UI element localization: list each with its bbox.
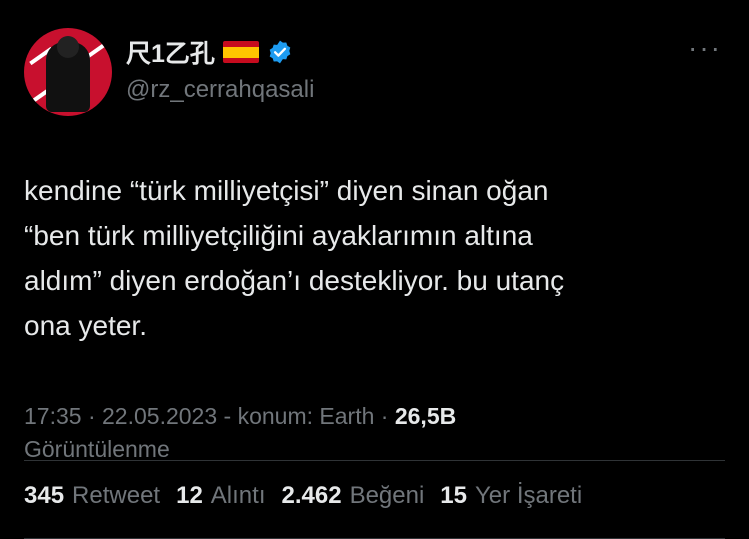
- tweet-date[interactable]: 22.05.2023: [102, 403, 217, 429]
- stat-label: Yer İşareti: [475, 482, 583, 509]
- avatar-figure: [46, 36, 90, 112]
- stat-number: 15: [440, 482, 467, 509]
- divider: [24, 460, 725, 461]
- views-count[interactable]: 26,5B: [395, 403, 456, 429]
- meta-separator: ·: [81, 403, 103, 429]
- tweet-meta: 17:35 · 22.05.2023 - konum: Earth · 26,5…: [24, 400, 714, 466]
- spain-flag-icon: [222, 41, 259, 63]
- stat-likes[interactable]: 2.462 Beğeni: [282, 482, 425, 510]
- stat-bookmarks[interactable]: 15 Yer İşareti: [440, 482, 582, 510]
- avatar[interactable]: [24, 28, 112, 116]
- views-label[interactable]: Görüntülenme: [24, 436, 170, 462]
- verified-badge-icon[interactable]: [267, 39, 293, 65]
- stat-number: 345: [24, 482, 65, 509]
- meta-separator: ·: [374, 403, 395, 429]
- stat-number: 2.462: [281, 482, 342, 509]
- tweet-text: kendine “türk milliyetçisi” diyen sinan …: [24, 175, 565, 341]
- stat-label: Alıntı: [210, 482, 266, 509]
- author-display-name[interactable]: 尺1乙孔: [126, 34, 215, 70]
- author-name-row: 尺1乙孔: [126, 34, 293, 70]
- meta-separator: -: [217, 403, 238, 429]
- engagement-stats: 345 Retweet 12 Alıntı 2.462 Beğeni 15 Ye…: [24, 482, 582, 510]
- stat-retweets[interactable]: 345 Retweet: [24, 482, 160, 510]
- stat-quotes[interactable]: 12 Alıntı: [176, 482, 265, 510]
- more-options-icon[interactable]: ···: [688, 34, 722, 62]
- stat-label: Retweet: [72, 482, 161, 509]
- tweet-location: konum: Earth: [237, 403, 375, 429]
- stat-label: Beğeni: [349, 482, 425, 509]
- stat-number: 12: [176, 482, 203, 509]
- tweet-time[interactable]: 17:35: [24, 403, 82, 429]
- author-handle[interactable]: @rz_cerrahqasali: [126, 76, 314, 104]
